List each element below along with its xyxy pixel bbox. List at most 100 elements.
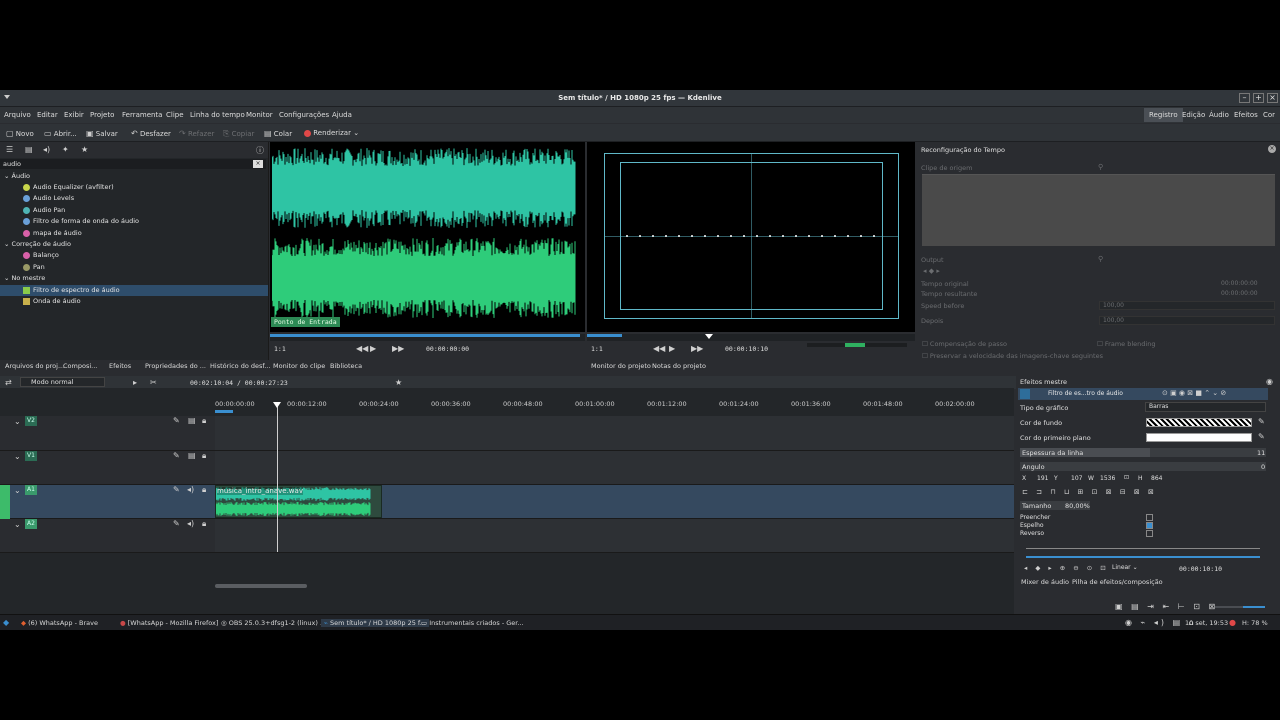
menu-clipe[interactable]: Clipe xyxy=(166,111,184,119)
close-icon[interactable]: × xyxy=(1267,93,1278,103)
effect-audio-pan[interactable]: Audio Pan xyxy=(0,205,268,216)
tab-effects[interactable]: Efeitos xyxy=(109,362,131,370)
y-field[interactable]: 107 xyxy=(1071,475,1082,482)
project-monitor[interactable] xyxy=(587,142,915,332)
play-icon[interactable]: ▶ xyxy=(669,344,675,353)
playhead-marker-icon[interactable] xyxy=(273,402,281,408)
paste-button[interactable]: ▤ Colar xyxy=(264,129,292,138)
x-field[interactable]: 191 xyxy=(1037,475,1048,482)
list-view-icon[interactable]: ☰ xyxy=(6,145,13,154)
open-button[interactable]: ▭ Abrir... xyxy=(44,129,77,138)
copy-button[interactable]: ⎘ Copiar xyxy=(223,129,254,139)
redo-button[interactable]: ↷ Refazer xyxy=(179,129,214,138)
fg-color-swatch[interactable] xyxy=(1146,433,1252,442)
clip-monitor[interactable]: Ponto de Entrada xyxy=(270,142,585,332)
timeline-menu-icon[interactable]: ⇄ xyxy=(5,378,12,387)
task-file-manager[interactable]: ▭ Instrumentais criados - Ger... xyxy=(421,619,524,627)
line-thickness-slider[interactable]: Espessura da linha 11 xyxy=(1020,448,1266,457)
effect-audio-wave[interactable]: Onda de áudio xyxy=(0,296,268,307)
link-icon[interactable]: ⊡ xyxy=(1124,474,1129,481)
category-audio-correction[interactable]: ⌄ Correção de áudio xyxy=(0,239,268,250)
keyframe-timeline[interactable] xyxy=(1026,548,1260,549)
tab-audio-mixer[interactable]: Mixer de áudio xyxy=(1021,578,1069,586)
minimize-icon[interactable]: – xyxy=(1239,93,1250,103)
undo-button[interactable]: ↶ Desfazer xyxy=(131,129,171,138)
task-kdenlive[interactable]: ⌁ Sem título* / HD 1080p 25 f... xyxy=(321,619,429,627)
interpolation-select[interactable]: Linear ⌄ xyxy=(1112,564,1158,573)
menu-monitor[interactable]: Monitor xyxy=(246,111,273,119)
close-icon[interactable]: × xyxy=(1268,145,1276,153)
keyframe-controls-icons[interactable]: ◂ ◆ ▸ ⊕ ⊖ ⊙ ⊡ xyxy=(1024,564,1109,572)
task-whatsapp-brave[interactable]: ◆ (6) WhatsApp - Brave xyxy=(21,619,98,627)
preserve-speed-checkbox[interactable]: ☐ Preservar a velocidade das imagens-cha… xyxy=(922,352,1103,360)
info-icon[interactable]: ⓘ xyxy=(256,145,264,156)
speed-before-field[interactable]: 100,00 xyxy=(1099,301,1275,310)
timeline-playhead[interactable] xyxy=(277,402,278,552)
playhead-marker-icon[interactable] xyxy=(705,334,713,339)
rewind-icon[interactable]: ◀◀ xyxy=(356,344,368,353)
chevron-down-icon[interactable]: ⌄ xyxy=(14,520,21,529)
task-whatsapp-firefox[interactable]: ● [WhatsApp - Mozilla Firefox] xyxy=(120,619,218,627)
keyframe-timecode[interactable]: 00:00:10:10 xyxy=(1179,565,1222,573)
size-field[interactable]: Tamanho 80,00% xyxy=(1020,501,1090,510)
effect-balance[interactable]: Balanço xyxy=(0,250,268,261)
track-header-a2[interactable]: ⌄ A2 ✎ ◂) 🔒︎ xyxy=(0,519,215,553)
project-timecode[interactable]: 00:00:10:10 xyxy=(725,345,768,353)
forward-icon[interactable]: ▶▶ xyxy=(691,344,703,353)
favorite-star-icon[interactable]: ★ xyxy=(395,378,402,387)
speaker-icon[interactable]: ◂) xyxy=(187,519,194,528)
power-icon[interactable]: ● xyxy=(1229,618,1236,627)
fill-checkbox[interactable] xyxy=(1146,514,1153,521)
tab-compositions[interactable]: Composi... xyxy=(63,362,97,370)
menu-editar[interactable]: Editar xyxy=(37,111,58,119)
pencil-icon[interactable]: ✎ xyxy=(173,416,180,425)
h-field[interactable]: 864 xyxy=(1151,475,1162,482)
mirror-checkbox[interactable] xyxy=(1146,522,1153,529)
track-header-v2[interactable]: ⌄ V2 ✎ ▤ 🔒︎ xyxy=(0,416,215,451)
tab-project-files[interactable]: Arquivos do proj... xyxy=(5,362,64,370)
tab-project-monitor[interactable]: Monitor do projeto xyxy=(591,362,651,370)
layout-cor[interactable]: Cor xyxy=(1258,108,1280,122)
color-picker-icon[interactable]: ✎ xyxy=(1258,432,1265,441)
new-button[interactable]: ▢ Novo xyxy=(6,129,34,138)
effect-pan[interactable]: Pan xyxy=(0,262,268,273)
project-monitor-ruler[interactable] xyxy=(587,334,915,341)
track-header-a1[interactable]: ⌄ A1 ✎ ◂) 🔒︎ xyxy=(0,485,215,519)
lock-icon[interactable]: 🔒︎ xyxy=(202,451,206,461)
menu-linha-do-tempo[interactable]: Linha do tempo xyxy=(190,111,245,119)
eye-icon[interactable]: ◉ xyxy=(1266,377,1273,386)
clip-monitor-ruler[interactable] xyxy=(270,334,585,341)
favorites-icon[interactable]: ★ xyxy=(81,145,88,154)
track-lane-v2[interactable] xyxy=(215,416,1014,451)
alignment-icons[interactable]: ⊏ ⊐ ⊓ ⊔ ⊞ ⊡ ⊠ ⊟ ⊠ ⊠ xyxy=(1022,488,1157,496)
menu-ferramenta[interactable]: Ferramenta xyxy=(122,111,162,119)
speaker-icon[interactable]: ◂) xyxy=(187,485,194,494)
angle-slider[interactable]: Angulo 0 xyxy=(1020,462,1266,471)
tab-library[interactable]: Biblioteca xyxy=(330,362,362,370)
start-menu-icon[interactable]: ◆ xyxy=(3,618,9,627)
audio-clip[interactable]: musica_intro_anave.wav xyxy=(215,485,382,518)
status-icons[interactable]: ▣ ▤ ⇥ ⇤ ⊢ ⊡ ⊠ xyxy=(1115,602,1218,611)
project-zoom[interactable]: 1:1 xyxy=(591,345,603,353)
track-lane-a2[interactable] xyxy=(215,519,1014,553)
tab-properties[interactable]: Propriedades do ... xyxy=(145,362,206,370)
chevron-down-icon[interactable]: ⌄ xyxy=(14,417,21,426)
film-icon[interactable]: ▤ xyxy=(188,451,196,460)
forward-icon[interactable]: ▶▶ xyxy=(392,344,404,353)
after-field[interactable]: 100,00 xyxy=(1099,316,1275,325)
audio-effects-icon[interactable]: ◂) xyxy=(43,145,50,154)
save-button[interactable]: ▣ Salvar xyxy=(86,129,118,138)
chevron-down-icon[interactable]: ⌄ xyxy=(14,452,21,461)
tab-undo-history[interactable]: Histórico do desf... xyxy=(210,362,270,370)
chevron-down-icon[interactable]: ⌄ xyxy=(14,486,21,495)
effect-audio-map[interactable]: mapa de áudio xyxy=(0,228,268,239)
pitch-compensation-checkbox[interactable]: ☐ Compensação de passo xyxy=(922,340,1007,348)
track-header-v1[interactable]: ⌄ V1 ✎ ▤ 🔒︎ xyxy=(0,451,215,485)
menu-ajuda[interactable]: Ajuda xyxy=(332,111,352,119)
reverse-checkbox[interactable] xyxy=(1146,530,1153,537)
task-obs[interactable]: ◎ OBS 25.0.3+dfsg1-2 (linux) ... xyxy=(221,619,326,627)
category-on-master[interactable]: ⌄ No mestre xyxy=(0,273,268,284)
lock-icon[interactable]: 🔒︎ xyxy=(202,416,206,426)
render-button[interactable]: Renderizar ⌄ xyxy=(304,129,359,137)
track-lane-a1[interactable]: musica_intro_anave.wav xyxy=(215,485,1014,519)
